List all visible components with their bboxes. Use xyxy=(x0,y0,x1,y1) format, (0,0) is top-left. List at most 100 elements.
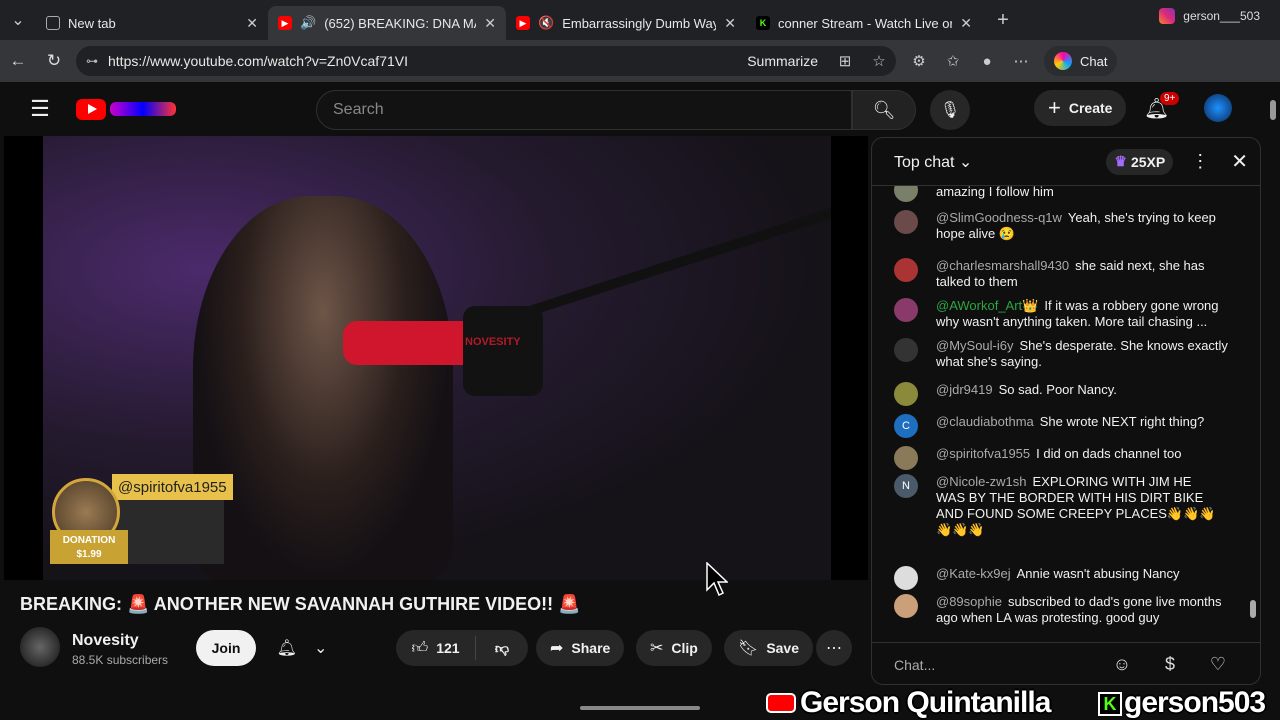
chat-avatar xyxy=(894,594,918,618)
chat-menu-icon[interactable]: ⋮ xyxy=(1191,151,1209,172)
like-button[interactable]: 👍︎ 121 xyxy=(396,636,476,660)
join-button[interactable]: Join xyxy=(196,630,256,666)
chat-message: amazing I follow him xyxy=(894,186,1234,202)
summarize-button[interactable]: Summarize xyxy=(747,53,818,69)
tab-embarrassingly[interactable]: ▶ 🔇 Embarrassingly Dumb Ways P ✕ xyxy=(506,6,746,40)
heart-icon[interactable]: ♡ xyxy=(1194,654,1242,675)
new-tab-button[interactable]: + xyxy=(986,9,1020,32)
logo-doodle xyxy=(110,102,176,116)
kick-favicon-icon: K xyxy=(756,16,770,30)
super-chat-icon[interactable]: $ xyxy=(1146,654,1194,675)
donation-username: @spiritofva1955 xyxy=(112,474,233,500)
share-icon: ➦ xyxy=(550,640,564,657)
youtube-favicon-icon: ▶ xyxy=(516,16,530,30)
channel-avatar[interactable] xyxy=(20,627,60,667)
apps-icon[interactable]: ⊞ xyxy=(828,52,862,70)
close-tab-icon[interactable]: ✕ xyxy=(484,15,496,32)
hamburger-menu-icon[interactable]: ☰ xyxy=(4,96,76,122)
search-icon: 🔍︎ xyxy=(872,99,896,120)
chat-avatar xyxy=(894,446,918,470)
search-input[interactable]: Search xyxy=(316,90,852,130)
account-avatar[interactable] xyxy=(1204,94,1232,122)
microphone xyxy=(463,306,543,396)
page-scrollbar[interactable] xyxy=(1266,82,1280,692)
more-actions-button[interactable]: ⋯ xyxy=(816,630,852,666)
instagram-icon xyxy=(1159,8,1176,24)
close-tab-icon[interactable]: ✕ xyxy=(246,15,258,32)
youtube-play-icon xyxy=(76,98,106,120)
chat-message: @spiritofva1955 I did on dads channel too xyxy=(894,446,1234,470)
browser-tab-strip: ⌄ New tab ✕ ▶ 🔊 (652) BREAKING: DNA MATC… xyxy=(0,0,1280,40)
back-arrow-icon[interactable]: ← xyxy=(0,51,36,71)
newtab-icon xyxy=(46,16,60,30)
chat-header: Top chat ⌄ ♛ 25XP ⋮ ✕ xyxy=(872,138,1260,186)
taskbar-indicator xyxy=(580,706,700,710)
video-player[interactable]: NOVESITY @spiritofva1955 DONATION $1.99 xyxy=(4,136,868,580)
stream-name-overlay: Gerson Quintanilla K gerson503 xyxy=(0,684,1280,720)
clip-button[interactable]: ✂ Clip xyxy=(636,630,712,666)
browser-profile[interactable]: gerson___503 xyxy=(1159,8,1260,24)
chat-input-row: Chat... ☺ $ ♡ xyxy=(872,642,1260,684)
address-toolbar: ← ↻ ⊶ https://www.youtube.com/watch?v=Zn… xyxy=(0,40,1280,82)
plus-icon: + xyxy=(1048,95,1061,120)
scissors-icon: ✂ xyxy=(650,640,664,657)
donation-box xyxy=(112,500,224,564)
crown-icon: ♛ xyxy=(1114,153,1127,169)
site-info-icon[interactable]: ⊶ xyxy=(86,54,98,68)
channel-name[interactable]: Novesity xyxy=(72,632,139,650)
bell-icon: 🔔︎ xyxy=(276,640,297,657)
copilot-chat-button[interactable]: Chat xyxy=(1044,46,1118,76)
favorites-icon[interactable]: ✩ xyxy=(936,52,970,70)
more-menu-icon[interactable]: ⋯ xyxy=(1004,52,1038,70)
profile-avatar-icon[interactable]: ● xyxy=(970,53,1004,70)
live-chat-panel: Top chat ⌄ ♛ 25XP ⋮ ✕ amazing I follow hi… xyxy=(871,137,1261,685)
save-button[interactable]: 🔖︎ Save xyxy=(724,630,814,666)
chat-avatar xyxy=(894,338,918,362)
search-button[interactable]: 🔍︎ xyxy=(852,90,916,130)
url-field[interactable]: ⊶ https://www.youtube.com/watch?v=Zn0Vca… xyxy=(76,46,896,76)
copilot-icon xyxy=(1054,52,1072,70)
page-scroll-thumb[interactable] xyxy=(1270,100,1276,120)
chat-avatar xyxy=(894,298,918,322)
favorite-star-icon[interactable]: ☆ xyxy=(862,52,896,70)
chat-avatar xyxy=(894,258,918,282)
chat-message: @AWorkof_Art👑 If it was a robbery gone wr… xyxy=(894,298,1234,330)
chat-scrollbar[interactable] xyxy=(1250,188,1256,630)
emoji-icon[interactable]: ☺ xyxy=(1098,654,1146,675)
chat-message: N @Nicole-zw1sh EXPLORING WITH JIM HE WAS … xyxy=(894,474,1224,538)
chat-scroll-thumb[interactable] xyxy=(1250,600,1256,618)
subscriber-count: 88.5K subscribers xyxy=(72,653,169,667)
chat-message: @charlesmarshall9430 she said next, she h… xyxy=(894,258,1234,290)
chat-avatar xyxy=(894,382,918,406)
top-chat-dropdown[interactable]: Top chat ⌄ xyxy=(894,152,972,172)
extensions-icon[interactable]: ⚙ xyxy=(902,52,936,70)
chat-message: @SlimGoodness-q1w Yeah, she's trying to k… xyxy=(894,210,1234,242)
tab-new-tab[interactable]: New tab ✕ xyxy=(36,6,268,40)
chat-input[interactable]: Chat... xyxy=(894,657,1094,673)
overlay-kick-name: gerson503 xyxy=(1124,686,1266,719)
mic-icon: 🎙︎ xyxy=(939,102,961,119)
chat-messages: amazing I follow him @SlimGoodness-q1w Ye… xyxy=(872,186,1242,630)
donation-alert: @spiritofva1955 DONATION $1.99 xyxy=(50,474,240,570)
close-chat-icon[interactable]: ✕ xyxy=(1231,149,1248,174)
like-dislike-group: 👍︎ 121 👎︎ xyxy=(396,630,528,666)
xp-badge[interactable]: ♛ 25XP xyxy=(1106,148,1174,175)
mic-brand-label: NOVESITY xyxy=(465,336,521,348)
youtube-logo[interactable] xyxy=(76,98,176,120)
create-button[interactable]: + Create xyxy=(1034,90,1127,126)
tab-youtube-breaking[interactable]: ▶ 🔊 (652) BREAKING: DNA MATCH ✕ xyxy=(268,6,506,40)
close-tab-icon[interactable]: ✕ xyxy=(724,15,736,32)
close-tab-icon[interactable]: ✕ xyxy=(960,15,972,32)
muted-speaker-icon[interactable]: 🔇 xyxy=(538,15,554,31)
reload-icon[interactable]: ↻ xyxy=(36,51,72,71)
voice-search-button[interactable]: 🎙︎ xyxy=(930,90,970,130)
tab-kick-stream[interactable]: K conner Stream - Watch Live on Kic ✕ xyxy=(746,6,982,40)
subscription-bell-button[interactable]: 🔔︎ ⌄ xyxy=(268,630,336,666)
chat-message: @jdr9419 So sad. Poor Nancy. xyxy=(894,382,1234,406)
bookmark-icon: 🔖︎ xyxy=(738,640,759,657)
tab-actions-menu-icon[interactable]: ⌄ xyxy=(0,0,36,40)
speaker-icon[interactable]: 🔊 xyxy=(300,15,316,31)
dislike-button[interactable]: 👎︎ xyxy=(476,640,528,657)
share-button[interactable]: ➦ Share xyxy=(536,630,625,666)
thumbs-down-icon: 👎︎ xyxy=(494,639,510,656)
